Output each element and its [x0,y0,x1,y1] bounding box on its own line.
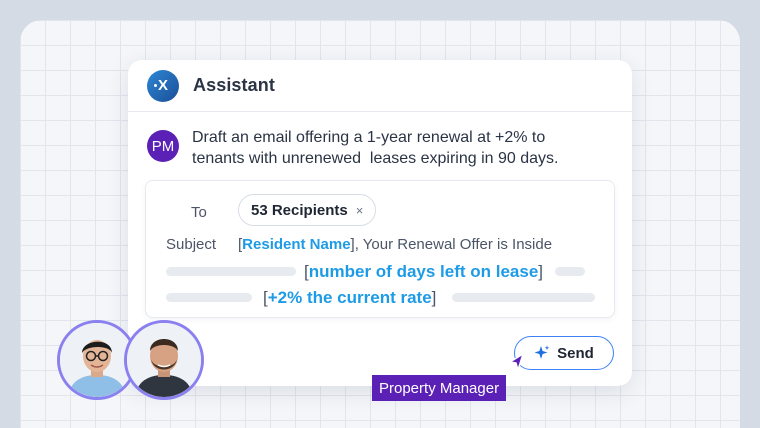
close-icon[interactable]: × [356,203,364,218]
recipients-chip-label: 53 Recipients [251,201,348,219]
body-token-days: [number of days left on lease] [304,262,544,281]
subject-text: , Your Renewal Offer is Inside [354,236,553,253]
cursor-icon [509,353,524,371]
card-title: Assistant [193,75,275,95]
to-label: To [191,204,207,221]
cursor-tag: Property Manager [372,375,507,401]
send-label: Send [557,344,594,362]
user-avatar: PM [147,130,179,162]
placeholder-bar [166,293,252,302]
placeholder-bar [166,267,296,276]
email-draft: To 53 Recipients × Subject [Resident Nam… [145,180,615,318]
user-prompt: PM Draft an email offering a 1-year rene… [147,129,572,169]
subject-line[interactable]: [Resident Name], Your Renewal Offer is I… [238,236,552,253]
send-button[interactable]: Send [514,336,614,370]
resident-name-token: Resident Name [242,236,351,253]
placeholder-bar [555,267,585,276]
recipients-chip[interactable]: 53 Recipients × [238,194,377,226]
avatar [124,320,204,400]
sparkle-icon [534,345,550,359]
assistant-card: X Assistant PM Draft an email offering a… [128,60,632,386]
card-header: X Assistant [128,60,632,112]
prompt-text: Draft an email offering a 1-year renewal… [192,129,559,167]
subject-label: Subject [166,236,217,253]
placeholder-bar [452,293,595,302]
body-token-rate: [+2% the current rate] [263,288,437,307]
assistant-logo-icon: X [147,69,179,102]
